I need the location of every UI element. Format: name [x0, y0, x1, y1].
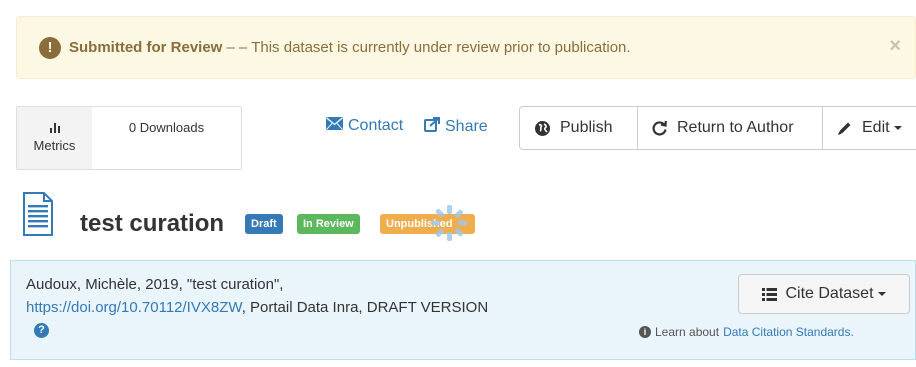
publish-button[interactable]: Publish [519, 106, 638, 150]
edit-dropdown-button[interactable]: Edit [822, 106, 916, 150]
list-icon [762, 287, 778, 301]
citation-standards-note: i Learn about Data Citation Standards. [639, 325, 854, 339]
chevron-down-icon [877, 292, 886, 296]
refresh-icon [652, 120, 667, 136]
loading-spinner-icon [429, 203, 469, 248]
citation-panel: Audoux, Michèle, 2019, "test curation", … [10, 260, 916, 360]
doi-link[interactable]: https://doi.org/10.70112/IVX8ZW [26, 299, 242, 316]
in-review-badge: In Review [297, 214, 360, 234]
metrics-panel: Metrics 0 Downloads [16, 106, 242, 170]
exclamation-circle-icon: ! [39, 36, 61, 59]
dataset-title: test curation [80, 210, 225, 237]
alert-message: This dataset is currently under review p… [251, 39, 631, 56]
metrics-label: Metrics [33, 138, 76, 153]
chevron-down-icon [893, 126, 902, 130]
draft-badge: Draft [245, 214, 283, 234]
alert-title: Submitted for Review [69, 39, 223, 56]
cite-dataset-label: Cite Dataset [785, 285, 874, 302]
return-to-author-button[interactable]: Return to Author [637, 106, 823, 150]
globe-icon [535, 120, 550, 136]
citation-standards-link[interactable]: Data Citation Standards. [723, 325, 854, 339]
close-alert-button[interactable]: × [889, 35, 901, 58]
curation-actions: Publish Return to Author Edit [519, 106, 916, 150]
bar-chart-icon [49, 123, 60, 133]
citation-publisher: , Portail Data Inra, DRAFT VERSION [241, 299, 489, 316]
citation-authors: Audoux, Michèle, 2019, "test curation", [26, 276, 284, 293]
question-circle-icon[interactable]: ? [34, 322, 49, 338]
share-icon [424, 117, 440, 137]
citation-text: Audoux, Michèle, 2019, "test curation", … [26, 273, 506, 342]
share-link[interactable]: Share [424, 117, 488, 137]
info-circle-icon: i [639, 326, 651, 338]
document-icon [23, 192, 53, 241]
learn-prefix: Learn about [655, 325, 720, 339]
publish-label: Publish [560, 119, 613, 136]
return-to-author-label: Return to Author [677, 119, 794, 136]
downloads-count-container: 0 Downloads [92, 107, 241, 169]
metrics-tab[interactable]: Metrics [17, 107, 92, 169]
contact-link[interactable]: Contact [326, 117, 403, 135]
alert-separator: – – [226, 39, 248, 56]
share-label: Share [445, 118, 488, 135]
pencil-icon [837, 121, 852, 136]
cite-dataset-button[interactable]: Cite Dataset [738, 274, 910, 314]
contact-label: Contact [348, 117, 404, 134]
envelope-icon [326, 117, 343, 135]
edit-label: Edit [862, 119, 890, 136]
downloads-count: 0 Downloads [128, 120, 205, 135]
review-alert: ! Submitted for Review – – This dataset … [16, 16, 916, 79]
